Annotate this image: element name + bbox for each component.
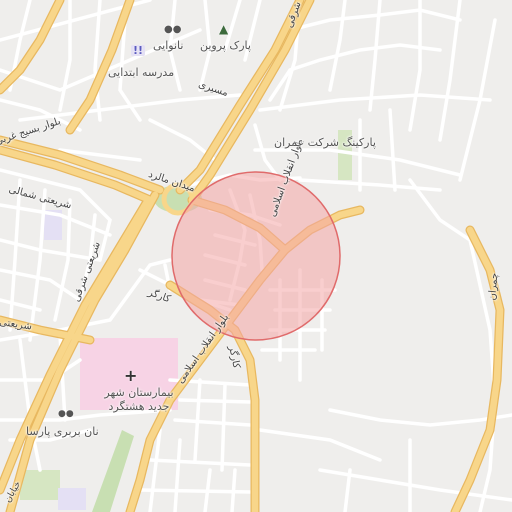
poi-label-madrese[interactable]: مدرسه ابتدایی: [108, 67, 174, 78]
poi-label-nan-barbari[interactable]: نان بربری پارسا: [26, 426, 99, 437]
school-icon[interactable]: !!: [131, 45, 146, 56]
poi-label-parking[interactable]: پارکینگ شرکت عمران: [274, 137, 376, 148]
park-bottom-left: [20, 470, 60, 500]
bread-icon[interactable]: ●●: [164, 25, 181, 35]
school-area-bottom: [58, 488, 86, 510]
poi-label-nanvaei[interactable]: نانوایی: [153, 40, 183, 51]
tree-icon[interactable]: ▲: [219, 23, 228, 35]
bakery-icon[interactable]: ●●: [58, 410, 74, 419]
map-view[interactable]: بلوار انقلاب اسلامی بلوار انقلاب اسلامی …: [0, 0, 512, 512]
hospital-cross-icon[interactable]: +: [124, 368, 137, 384]
poi-label-hospital[interactable]: بیمارستان شهر جدید هشتگرد: [98, 386, 180, 414]
highlight-radius-circle: [171, 171, 341, 341]
poi-label-park-parvin[interactable]: پارک پروین: [200, 40, 251, 51]
